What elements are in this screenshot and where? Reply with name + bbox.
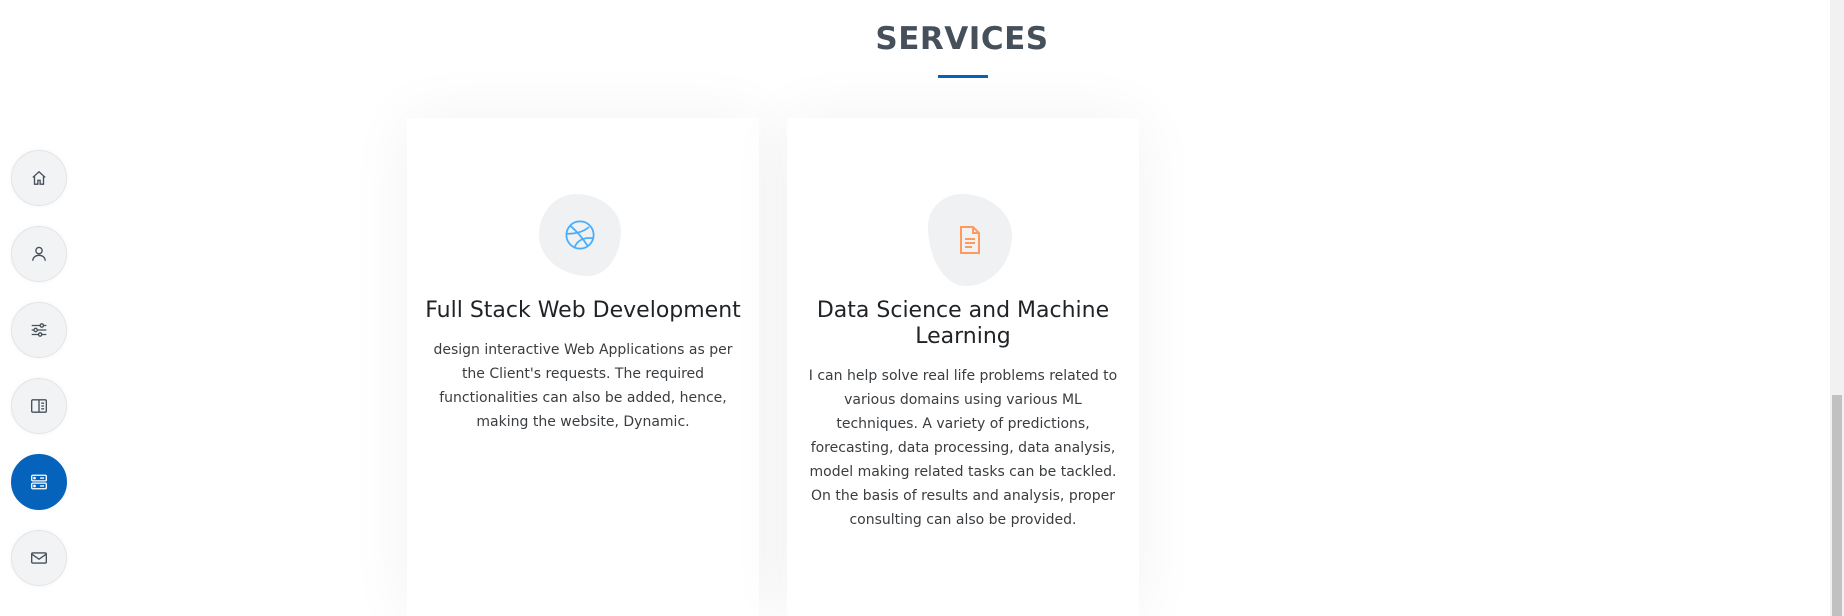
nav-contact-button[interactable] xyxy=(11,530,67,586)
service-card-data-science: Data Science and Machine Learning I can … xyxy=(787,118,1139,616)
page: SERVICES Full Stack Web Development desi… xyxy=(0,0,1844,616)
icon-blob xyxy=(539,194,621,276)
scrollbar-thumb[interactable] xyxy=(1832,395,1842,616)
nav-home-button[interactable] xyxy=(11,150,67,206)
service-card-web-dev: Full Stack Web Development design intera… xyxy=(407,118,759,616)
icon-blob xyxy=(928,194,1012,286)
server-icon xyxy=(31,474,47,490)
service-description: I can help solve real life problems rela… xyxy=(808,368,1118,528)
service-description: design interactive Web Applications as p… xyxy=(433,342,733,430)
person-icon xyxy=(32,246,46,261)
file-text-icon xyxy=(960,226,980,254)
title-underline xyxy=(938,75,988,78)
section-title: SERVICES xyxy=(875,21,1049,57)
page-scrollbar[interactable] xyxy=(1830,0,1844,616)
nav-services-button[interactable] xyxy=(11,454,67,510)
book-icon xyxy=(31,399,47,413)
section-header: SERVICES xyxy=(0,18,1844,60)
nav-skills-button[interactable] xyxy=(11,302,67,358)
service-title: Full Stack Web Development xyxy=(425,298,741,323)
home-icon xyxy=(32,170,46,185)
service-title: Data Science and Machine Learning xyxy=(816,298,1110,349)
envelope-icon xyxy=(31,552,47,564)
nav-resume-button[interactable] xyxy=(11,378,67,434)
nav-about-button[interactable] xyxy=(11,226,67,282)
sliders-icon xyxy=(31,323,47,337)
dribbble-icon xyxy=(565,220,595,250)
